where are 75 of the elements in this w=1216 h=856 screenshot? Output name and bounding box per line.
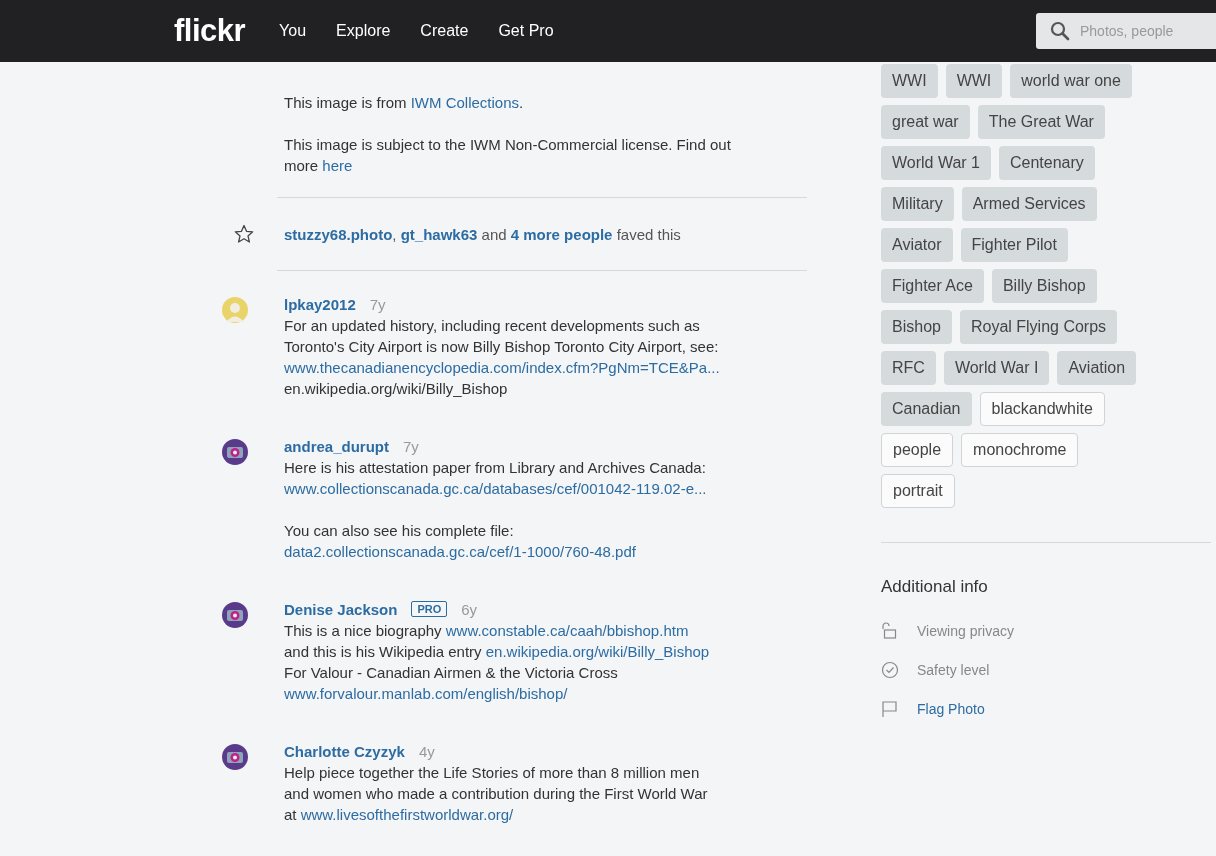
tag[interactable]: blackandwhite <box>979 392 1105 426</box>
comment-age: 6y <box>461 600 478 618</box>
nav-link[interactable]: You <box>279 22 307 40</box>
avatar <box>222 297 248 323</box>
tag[interactable]: World War I <box>943 351 1050 385</box>
tag[interactable]: Royal Flying Corps <box>959 310 1118 344</box>
author-link[interactable]: Charlotte Czyzyk <box>284 742 405 760</box>
info-label: Safety level <box>917 661 990 678</box>
author-link[interactable]: lpkay2012 <box>284 295 356 313</box>
comment-age: 4y <box>418 742 435 760</box>
nav-link[interactable]: Explore <box>336 22 391 40</box>
link[interactable]: www.forvalour.manlab.com/english/bishop/ <box>284 685 568 702</box>
unlocked-padlock-icon <box>881 621 899 640</box>
tag[interactable]: great war <box>881 105 970 139</box>
avatar <box>222 439 248 465</box>
comment-age: 7y <box>369 295 386 313</box>
flag-icon <box>881 699 899 718</box>
flag-link[interactable]: Flag Photo <box>917 700 985 717</box>
tag[interactable]: Aviation <box>1057 351 1137 385</box>
tag[interactable]: RFC <box>881 351 936 385</box>
pro-badge: PRO <box>411 601 448 617</box>
author-link[interactable]: andrea_durupt <box>284 437 389 455</box>
avatar <box>222 744 248 770</box>
link[interactable]: www.thecanadianencyclopedia.com/index.cfm?PgNm=TCE&Pa... <box>284 359 720 376</box>
tag[interactable]: Fighter Pilot <box>960 228 1068 262</box>
info-label: Viewing privacy <box>917 622 1014 639</box>
tag[interactable]: Centenary <box>999 146 1095 180</box>
comment-text: For an updated history, including recent developments such as <box>284 316 701 336</box>
link[interactable]: 4 more people <box>510 225 613 243</box>
nav-link[interactable]: Get Pro <box>498 22 554 40</box>
comment-text: at www.livesofthefirstworldwar.org/ <box>284 805 515 825</box>
tag[interactable]: World War 1 <box>881 146 991 180</box>
comment-text: You can also see his complete file: <box>284 521 515 541</box>
comment-text: Help piece together the Life Stories of more than 8 million men <box>284 763 701 783</box>
tag[interactable]: world war one <box>1010 64 1132 98</box>
comment-text: Here is his attestation paper from Library and Archives Canada: <box>284 458 707 478</box>
tag[interactable]: portrait <box>881 474 955 508</box>
comment-text: Toronto's City Airport is now Billy Bishop Toronto City Airport, see: <box>284 337 720 357</box>
comment-text: and this is his Wikipedia entry en.wikipedia.org/wiki/Billy_Bishop <box>284 642 710 662</box>
checkmark-circle-icon <box>881 660 899 679</box>
comment-text: For Valour - Canadian Airmen & the Victoria Cross <box>284 663 619 683</box>
nav-link[interactable]: Create <box>420 22 469 40</box>
avatar <box>222 602 248 628</box>
tag[interactable]: WWI <box>945 64 1003 98</box>
search-icon <box>1050 21 1070 41</box>
link[interactable]: en.wikipedia.org/wiki/Billy_Bishop <box>485 643 710 660</box>
link[interactable]: www.collectionscanada.gc.ca/databases/cef/001042-119.02-e... <box>284 480 707 497</box>
comment-text: en.wikipedia.org/wiki/Billy_Bishop <box>284 379 509 399</box>
search-field[interactable]: Photos, people <box>1036 13 1216 49</box>
comment-text: This is a nice biography www.constable.ca/caah/bbishop.htm <box>284 621 690 641</box>
tag[interactable]: Armed Services <box>961 187 1097 221</box>
star-icon <box>234 224 254 244</box>
link[interactable]: here <box>322 157 353 174</box>
comment-text: and women who made a contribution during the First World War <box>284 784 708 804</box>
tag[interactable]: Bishop <box>881 310 952 344</box>
author-link[interactable]: Denise Jackson <box>284 600 398 618</box>
tag[interactable]: Billy Bishop <box>991 269 1097 303</box>
link[interactable]: gt_hawk63 <box>400 225 478 243</box>
description-text: This image is subject to the IWM Non-Commercial license. Find out more here <box>284 135 732 176</box>
comment-age: 7y <box>403 437 419 455</box>
section-title: Additional info <box>881 577 989 597</box>
link[interactable]: data2.collectionscanada.gc.ca/cef/1-1000/760-48.pdf <box>284 543 636 560</box>
link[interactable]: www.constable.ca/caah/bbishop.htm <box>445 622 689 639</box>
link[interactable]: www.livesofthefirstworldwar.org/ <box>300 806 514 823</box>
tag[interactable]: monochrome <box>961 433 1079 467</box>
tag[interactable]: Military <box>881 187 954 221</box>
tag[interactable]: Aviator <box>881 228 953 262</box>
tag[interactable]: people <box>881 433 954 467</box>
description-text: This image is from IWM Collections. <box>284 93 525 113</box>
tag[interactable]: WWI <box>881 64 938 98</box>
tag[interactable]: The Great War <box>977 105 1105 139</box>
logo[interactable]: flickr <box>174 13 246 49</box>
tag[interactable]: Fighter Ace <box>881 269 984 303</box>
tag[interactable]: Canadian <box>881 392 972 426</box>
faves-text: stuzzy68.photo, gt_hawk63 and 4 more people faved this <box>284 225 681 243</box>
